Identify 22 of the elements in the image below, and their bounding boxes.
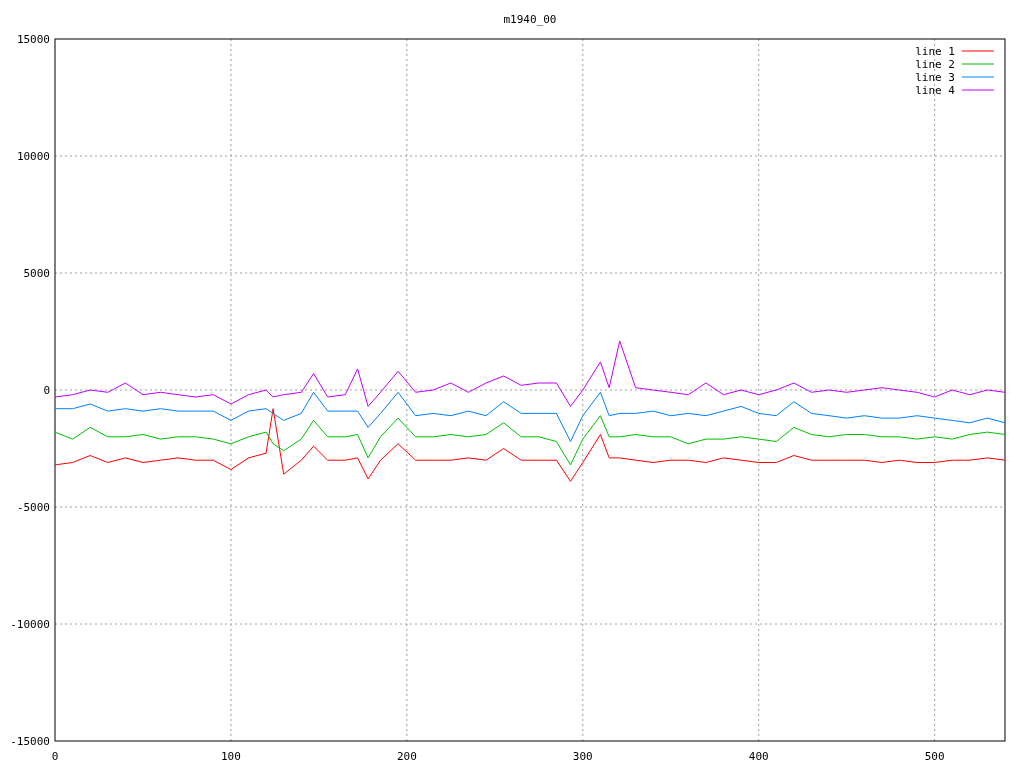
legend-label: line 1 — [915, 45, 955, 58]
y-tick-label: -15000 — [10, 735, 50, 748]
legend-line-sample — [961, 89, 995, 91]
legend-line-sample — [961, 76, 995, 78]
x-tick-label: 200 — [396, 750, 417, 763]
x-tick-label: 100 — [221, 750, 241, 763]
y-tick-label: -10000 — [10, 618, 50, 631]
y-tick-label: 15000 — [16, 33, 50, 46]
legend-label: line 4 — [915, 84, 955, 97]
x-tick-label: 300 — [572, 750, 593, 763]
legend-label: line 2 — [915, 58, 955, 71]
legend-label: line 3 — [915, 71, 955, 84]
x-tick-label: 0 — [51, 750, 59, 763]
y-tick-label: 0 — [43, 384, 50, 397]
y-tick-label: 10000 — [16, 150, 50, 163]
x-tick-label: 500 — [924, 750, 945, 763]
y-tick-label: -5000 — [16, 501, 50, 514]
x-tick-label: 400 — [748, 750, 769, 763]
legend-line-sample — [961, 50, 995, 52]
chart-title: m1940_00 — [503, 13, 557, 26]
y-tick-label: 5000 — [23, 267, 50, 280]
legend-line-sample — [961, 63, 995, 65]
